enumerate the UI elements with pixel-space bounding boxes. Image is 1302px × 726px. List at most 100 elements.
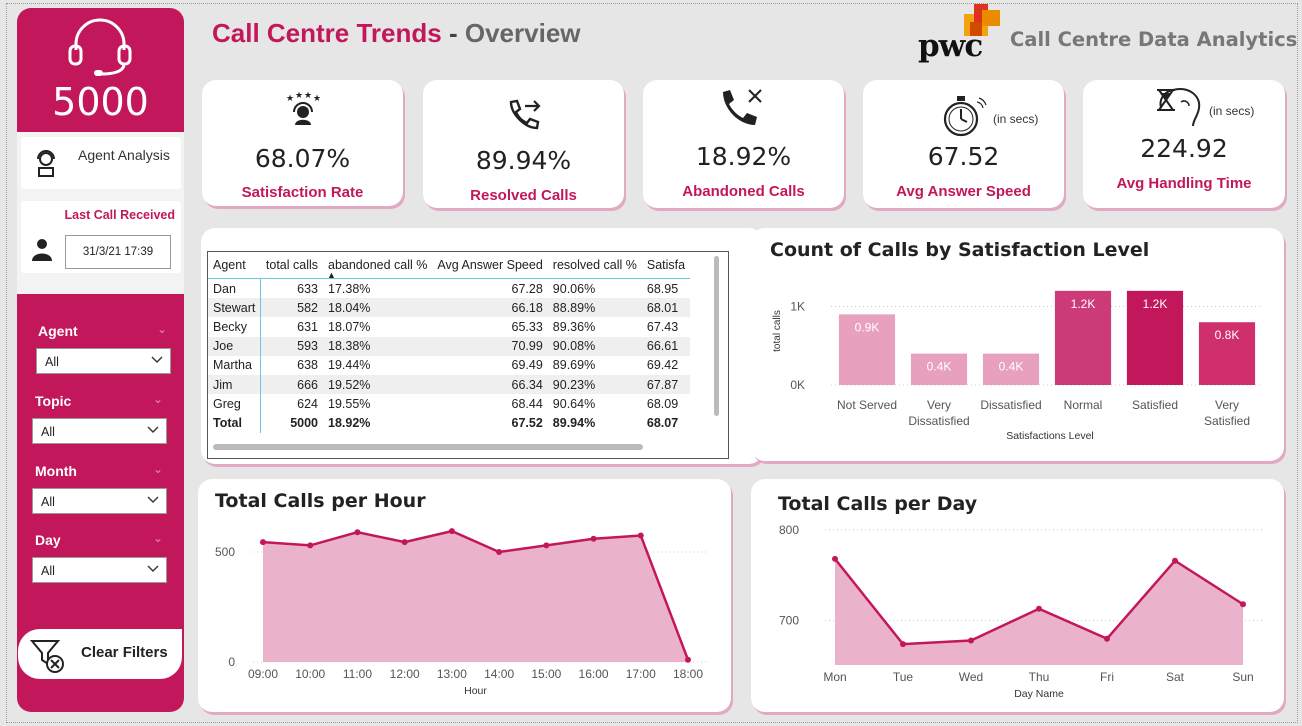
stopwatch-icon — [943, 96, 987, 137]
hour-area-chart: 0 500 09:00 10:00 11:00 12:00 13:00 14:00 15:00 1… — [215, 528, 708, 697]
month-filter-dropdown[interactable]: All — [32, 488, 167, 514]
data-point — [1172, 557, 1178, 564]
table-row[interactable]: Becky 631 18.07% 65.33 89.36% 67.43 — [208, 317, 691, 337]
x-axis-label: Satisfactions Level — [1006, 430, 1094, 442]
table-cell: Dan — [208, 278, 262, 299]
table-cell: 66.18 — [432, 298, 548, 318]
table-header-row: Agent total calls abandoned call % ▲ Avg… — [208, 252, 691, 280]
hour-chart-panel: Total Calls per Hour 0 500 09:00 10:00 11:00… — [198, 479, 731, 712]
chevron-down-icon[interactable]: ⌄ — [157, 322, 167, 336]
table-cell: 666 — [260, 374, 323, 395]
table-row[interactable]: Joe 593 18.38% 70.99 90.08% 66.61 — [208, 336, 691, 356]
abandoned-calls-label: Abandoned Calls — [682, 183, 805, 200]
last-call-value: 31/3/21 17:39 — [65, 235, 171, 269]
day-filter-dropdown[interactable]: All — [32, 557, 167, 583]
table-cell: 66.34 — [432, 374, 548, 395]
table-row[interactable]: Stewart 582 18.04% 66.18 88.89% 68.01 — [208, 298, 691, 318]
table-cell: 89.69% — [547, 355, 642, 375]
table-row[interactable]: Martha 638 19.44% 69.49 89.69% 69.42 — [208, 355, 691, 375]
phone-cancel-icon — [723, 89, 762, 125]
table-row[interactable]: Greg 624 19.55% 68.44 90.64% 68.09 — [208, 394, 691, 414]
vertical-scrollbar[interactable] — [714, 256, 719, 416]
col-header-abandoned[interactable]: abandoned call % ▲ — [323, 252, 433, 280]
total-calls-count: 5000 — [52, 80, 149, 124]
day-filter-label: Day — [35, 532, 61, 548]
table-total-row[interactable]: Total 5000 18.92% 67.52 89.94% 68.07 — [208, 413, 690, 433]
col-header-resolved[interactable]: resolved call % — [547, 252, 642, 279]
agent-filter-dropdown[interactable]: All — [36, 348, 171, 374]
x-tick-label: Fri — [1100, 670, 1114, 684]
table-cell: 18.38% — [323, 336, 433, 356]
page-title-secondary: Overview — [464, 18, 581, 48]
x-tick-label: 11:00 — [343, 667, 372, 681]
chevron-down-icon — [147, 426, 159, 433]
agent-analysis-button[interactable]: Agent Analysis — [21, 137, 181, 189]
table-cell: Stewart — [208, 298, 262, 318]
kpi-card-abandoned: 18.92% Abandoned Calls — [643, 80, 844, 208]
x-tick-label: Not Served — [837, 398, 897, 412]
table-row[interactable]: Dan 633 17.38% 67.28 90.06% 68.95 — [208, 278, 691, 299]
table-cell: 67.28 — [432, 278, 548, 299]
col-header-answer-speed[interactable]: Avg Answer Speed — [432, 252, 548, 279]
kpi-card-resolved: 89.94% Resolved Calls — [423, 80, 624, 208]
x-tick-label: 10:00 — [295, 667, 325, 681]
data-point — [448, 528, 455, 535]
y-tick-label: 0 — [228, 655, 235, 669]
handling-time-unit: (in secs) — [1209, 104, 1255, 118]
x-axis-label: Day Name — [1014, 688, 1064, 700]
data-point — [968, 637, 974, 644]
chevron-down-icon[interactable]: ⌄ — [153, 392, 163, 406]
col-header-satisfaction[interactable]: Satisfa — [641, 252, 691, 279]
data-point — [543, 542, 550, 549]
col-header-abandoned-label: abandoned call % — [328, 258, 428, 272]
chevron-down-icon[interactable]: ⌄ — [153, 531, 163, 545]
table-cell: 68.01 — [641, 298, 691, 318]
data-point — [637, 532, 644, 539]
page-title-primary: Call Centre Trends — [212, 18, 442, 48]
clear-filters-label: Clear Filters — [81, 644, 168, 661]
y-tick-label: 0K — [790, 378, 805, 392]
table-cell: 66.61 — [641, 336, 691, 356]
svg-text:★: ★ — [286, 93, 294, 103]
x-tick-label: 14:00 — [484, 667, 514, 681]
col-header-agent[interactable]: Agent — [208, 252, 261, 279]
data-point — [685, 656, 691, 663]
y-tick-label: 700 — [779, 614, 799, 628]
table-cell: 69.42 — [641, 355, 691, 375]
clear-filters-button[interactable]: Clear Filters — [18, 629, 182, 679]
data-point — [307, 542, 314, 549]
x-tick-label: Very — [927, 398, 951, 412]
agent-filter-value: All — [45, 355, 59, 369]
resolved-calls-label: Resolved Calls — [470, 187, 577, 204]
topic-filter-dropdown[interactable]: All — [32, 418, 167, 444]
x-axis-label: Hour — [464, 685, 487, 697]
avg-handling-time-label: Avg Handling Time — [1116, 175, 1252, 192]
col-header-total-calls[interactable]: total calls — [260, 252, 323, 279]
table-cell: 68.09 — [641, 394, 691, 414]
last-call-label: Last Call Received — [64, 208, 175, 222]
satisfaction-bar-chart: 0K 1K total calls 0.9K Not Served 0.4K Very Dis… — [772, 290, 1263, 442]
topic-filter-label: Topic — [35, 393, 72, 409]
x-tick-label: 12:00 — [390, 667, 420, 681]
table-cell: 65.33 — [432, 317, 548, 337]
y-tick-label: 1K — [790, 300, 805, 314]
table-row[interactable]: Jim 666 19.52% 66.34 90.23% 67.87 — [208, 374, 691, 395]
table-cell: 18.92% — [328, 415, 371, 430]
kpi-card-answer-speed: (in secs) 67.52 Avg Answer Speed — [863, 80, 1064, 208]
x-tick-label: Dissatisfied — [980, 398, 1041, 412]
chevron-down-icon[interactable]: ⌄ — [153, 462, 163, 476]
x-tick-label: 18:00 — [673, 667, 703, 681]
x-tick-label: Satisfied — [1132, 398, 1178, 412]
table-cell: 5000 — [290, 415, 318, 430]
satisfaction-chart-panel: Count of Calls by Satisfaction Level 0K 1… — [751, 228, 1284, 461]
table-cell: 90.08% — [547, 336, 642, 356]
satisfaction-rate-value: 68.07% — [254, 144, 351, 173]
table-cell: 19.44% — [323, 355, 433, 375]
x-tick-label: Dissatisfied — [908, 414, 969, 428]
bar-data-label: 0.4K — [999, 360, 1024, 374]
table-cell: Total — [208, 413, 262, 433]
day-chart-panel: Total Calls per Day 700 800 Mon Tue Wed Thu Fr… — [751, 479, 1284, 712]
x-tick-label: Very — [1215, 398, 1239, 412]
headset-icon — [68, 18, 132, 76]
horizontal-scrollbar[interactable] — [213, 444, 643, 450]
